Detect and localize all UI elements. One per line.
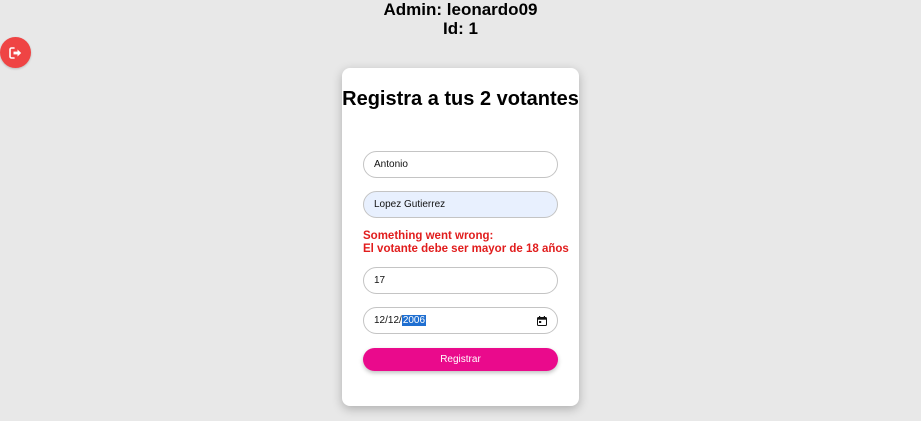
voter-registration-card: Registra a tus 2 votantes Antonio Lopez …: [342, 68, 579, 406]
calendar-icon[interactable]: [537, 315, 547, 326]
admin-id: Id: 1: [443, 19, 478, 38]
error-detail: El votante debe ser mayor de 18 años: [363, 243, 569, 255]
birthdate-value: 12/12/2006: [374, 315, 537, 326]
logout-button[interactable]: [0, 37, 31, 68]
form-title: Registra a tus 2 votantes: [342, 88, 579, 110]
last-name-value: Lopez Gutierrez: [374, 199, 446, 210]
error-message: Something went wrong: El votante debe se…: [363, 230, 573, 256]
admin-name: Admin: leonardo09: [383, 0, 538, 19]
page-header: Admin: leonardo09 Id: 1: [0, 0, 921, 38]
logout-icon: [9, 46, 22, 59]
register-button-label: Registrar: [440, 354, 481, 365]
error-title: Something went wrong:: [363, 230, 494, 242]
age-value: 17: [374, 275, 386, 286]
birthdate-day-month: 12/12/: [374, 315, 402, 326]
birthdate-year-selected[interactable]: 2006: [401, 315, 427, 326]
last-name-input[interactable]: Lopez Gutierrez: [363, 191, 558, 218]
register-button[interactable]: Registrar: [363, 348, 558, 371]
age-input[interactable]: 17: [363, 267, 558, 294]
first-name-value: Antonio: [374, 159, 408, 170]
first-name-input[interactable]: Antonio: [363, 151, 558, 178]
birthdate-input[interactable]: 12/12/2006: [363, 307, 558, 334]
